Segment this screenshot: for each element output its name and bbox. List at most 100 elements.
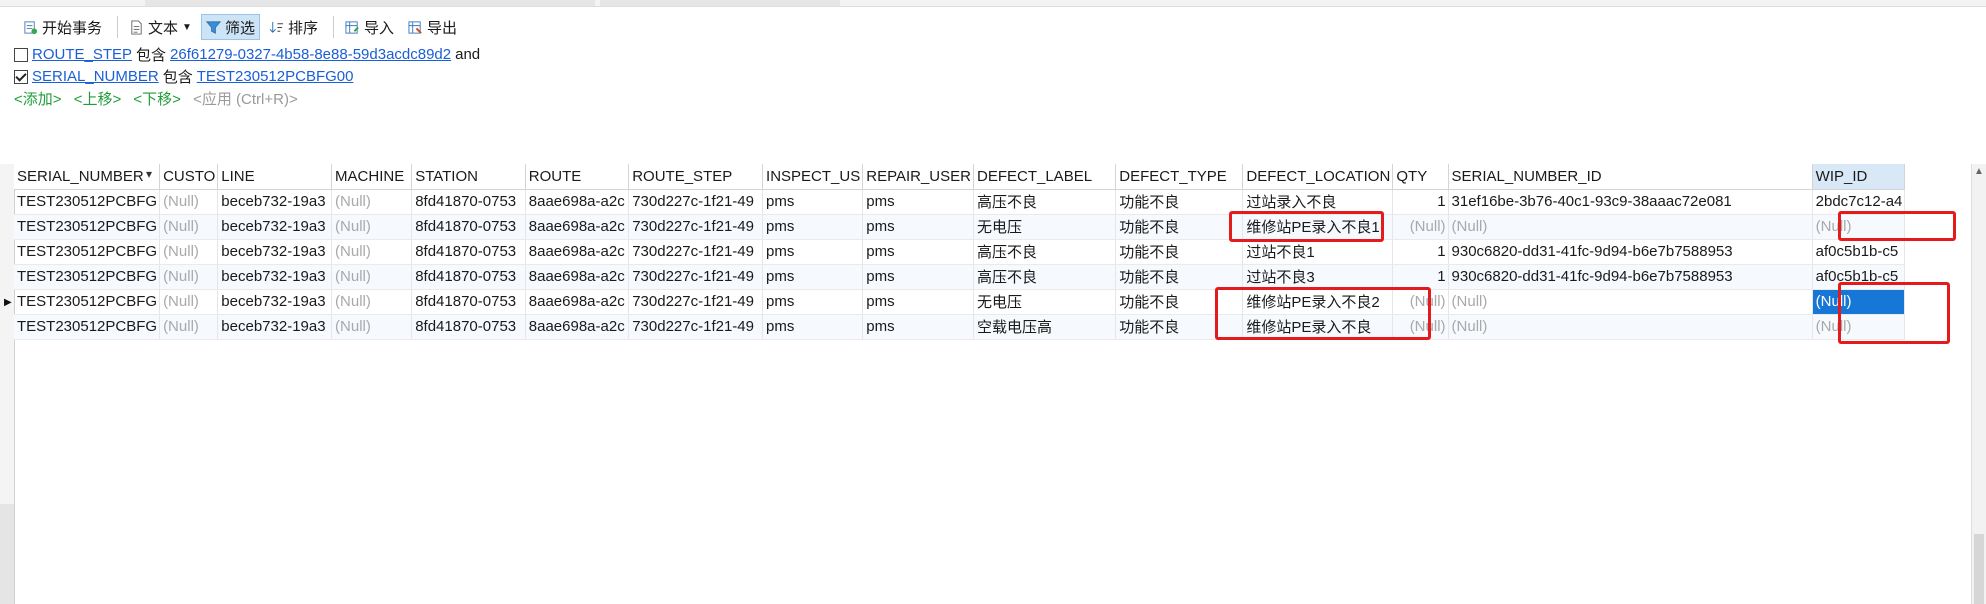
table-cell[interactable]: 8fd41870-0753 [411, 289, 526, 315]
table-cell[interactable]: (Null) [1392, 214, 1449, 240]
column-header[interactable]: SERIAL_NUMBER_ID [1448, 164, 1813, 190]
table-cell[interactable]: (Null) [331, 189, 413, 215]
table-cell[interactable]: 功能不良 [1115, 264, 1244, 290]
table-cell[interactable]: (Null) [1812, 214, 1906, 240]
table-cell[interactable]: pms [862, 214, 974, 240]
table-cell[interactable]: 功能不良 [1115, 314, 1244, 340]
table-cell[interactable]: (Null) [331, 214, 413, 240]
apply-filter-link[interactable]: <应用 (Ctrl+R)> [193, 91, 298, 108]
table-cell[interactable]: af0c5b1b-c5 [1812, 264, 1906, 290]
table-cell[interactable]: 过站不良1 [1242, 239, 1394, 265]
table-cell[interactable]: (Null) [331, 314, 413, 340]
text-button[interactable]: 文本 ▼ [124, 14, 197, 40]
table-cell[interactable]: (Null) [1812, 314, 1906, 340]
table-cell[interactable]: 8fd41870-0753 [411, 214, 526, 240]
table-row[interactable]: TEST230512PCBFG (Null) beceb732-19a3 (Null)… [14, 214, 1974, 240]
table-cell[interactable]: 8aae698a-a2c [525, 314, 630, 340]
table-cell[interactable]: pms [762, 289, 864, 315]
table-cell[interactable]: (Null) [159, 239, 219, 265]
table-cell[interactable]: 930c6820-dd31-41fc-9d94-b6e7b7588953 [1448, 239, 1813, 265]
table-cell[interactable]: (Null) [159, 314, 219, 340]
table-row[interactable]: TEST230512PCBFG (Null) beceb732-19a3 (Null)… [14, 289, 1974, 315]
table-cell[interactable]: pms [862, 189, 974, 215]
table-cell[interactable]: 8fd41870-0753 [411, 189, 526, 215]
scroll-up-icon[interactable]: ▲ [1974, 166, 1984, 177]
filter-value-link[interactable]: 26f61279-0327-4b58-8e88-59d3acdc89d2 [170, 46, 451, 63]
table-cell[interactable]: (Null) [1392, 289, 1449, 315]
add-filter-link[interactable]: <添加> [14, 91, 62, 108]
table-cell[interactable]: 8fd41870-0753 [411, 264, 526, 290]
table-cell[interactable]: 无电压 [973, 289, 1117, 315]
table-cell[interactable]: 维修站PE录入不良1 [1242, 214, 1394, 240]
column-header[interactable]: ROUTE [525, 164, 630, 190]
table-cell[interactable]: 8aae698a-a2c [525, 189, 630, 215]
table-cell[interactable]: TEST230512PCBFG [14, 239, 161, 265]
import-button[interactable]: 导入 [340, 14, 399, 40]
table-cell[interactable]: 维修站PE录入不良2 [1242, 289, 1394, 315]
move-down-link[interactable]: <下移> [133, 91, 181, 108]
table-cell[interactable]: (Null) [331, 289, 413, 315]
table-cell[interactable]: 1 [1392, 239, 1449, 265]
column-header[interactable]: REPAIR_USER [862, 164, 974, 190]
table-cell[interactable]: 8aae698a-a2c [525, 214, 630, 240]
table-cell[interactable]: pms [862, 264, 974, 290]
table-cell[interactable]: 功能不良 [1115, 289, 1244, 315]
table-cell[interactable]: 过站录入不良 [1242, 189, 1394, 215]
table-cell[interactable]: pms [762, 189, 864, 215]
table-cell[interactable]: TEST230512PCBFG [14, 314, 161, 340]
table-cell[interactable]: 8aae698a-a2c [525, 264, 630, 290]
table-cell[interactable]: af0c5b1b-c5 [1812, 239, 1906, 265]
table-cell[interactable]: pms [862, 289, 974, 315]
column-header[interactable]: DEFECT_LOCATION [1242, 164, 1394, 190]
filter-checkbox-serial-number[interactable] [14, 69, 28, 84]
table-cell[interactable]: (Null) [331, 239, 413, 265]
column-header[interactable]: SERIAL_NUMBER [14, 164, 161, 190]
table-cell[interactable]: pms [862, 314, 974, 340]
table-cell[interactable]: 无电压 [973, 214, 1117, 240]
table-cell[interactable]: (Null) [1448, 314, 1813, 340]
table-cell[interactable]: 高压不良 [973, 239, 1117, 265]
table-cell[interactable]: TEST230512PCBFG [14, 289, 161, 315]
table-cell[interactable]: TEST230512PCBFG [14, 189, 161, 215]
table-cell[interactable]: 2bdc7c12-a4 [1812, 189, 1906, 215]
table-cell[interactable]: 930c6820-dd31-41fc-9d94-b6e7b7588953 [1448, 264, 1813, 290]
column-header[interactable]: DEFECT_LABEL [973, 164, 1117, 190]
table-row[interactable]: TEST230512PCBFG (Null) beceb732-19a3 (Null)… [14, 264, 1974, 290]
table-cell[interactable]: pms [762, 314, 864, 340]
table-cell[interactable]: pms [762, 264, 864, 290]
filter-conjunction[interactable]: and [455, 46, 480, 63]
table-cell[interactable]: 功能不良 [1115, 239, 1244, 265]
table-cell[interactable]: 730d227c-1f21-49 [628, 314, 764, 340]
table-cell[interactable]: 8aae698a-a2c [525, 239, 630, 265]
filter-value-link[interactable]: TEST230512PCBFG00 [197, 68, 354, 85]
table-row[interactable]: TEST230512PCBFG (Null) beceb732-19a3 (Null)… [14, 239, 1974, 265]
column-header[interactable]: MACHINE [331, 164, 413, 190]
table-cell[interactable]: 高压不良 [973, 264, 1117, 290]
column-header[interactable]: DEFECT_TYPE [1115, 164, 1244, 190]
table-cell[interactable]: 1 [1392, 189, 1449, 215]
table-cell[interactable]: beceb732-19a3 [217, 314, 333, 340]
table-cell[interactable]: beceb732-19a3 [217, 264, 333, 290]
table-cell[interactable]: (Null) [159, 214, 219, 240]
table-cell[interactable]: 730d227c-1f21-49 [628, 289, 764, 315]
table-cell[interactable]: 过站不良3 [1242, 264, 1394, 290]
table-row[interactable]: TEST230512PCBFG (Null) beceb732-19a3 (Null)… [14, 189, 1974, 215]
table-cell[interactable]: 730d227c-1f21-49 [628, 189, 764, 215]
table-cell[interactable]: 8fd41870-0753 [411, 314, 526, 340]
table-cell[interactable]: 730d227c-1f21-49 [628, 239, 764, 265]
table-cell[interactable]: beceb732-19a3 [217, 214, 333, 240]
table-cell[interactable]: pms [862, 239, 974, 265]
table-cell[interactable]: beceb732-19a3 [217, 239, 333, 265]
column-header[interactable]: INSPECT_US [762, 164, 864, 190]
table-cell[interactable]: 730d227c-1f21-49 [628, 214, 764, 240]
filter-checkbox-route-step[interactable] [14, 47, 28, 62]
scrollbar-thumb[interactable] [1974, 534, 1984, 604]
sort-button[interactable]: 排序 [264, 14, 323, 40]
move-up-link[interactable]: <上移> [74, 91, 122, 108]
table-cell[interactable]: (Null) [1448, 214, 1813, 240]
filter-field-link[interactable]: ROUTE_STEP [32, 46, 132, 63]
table-cell[interactable]: pms [762, 239, 864, 265]
column-header[interactable]: CUSTO [159, 164, 219, 190]
begin-transaction-button[interactable]: 开始事务 [18, 14, 107, 40]
table-cell[interactable]: (Null) [159, 189, 219, 215]
